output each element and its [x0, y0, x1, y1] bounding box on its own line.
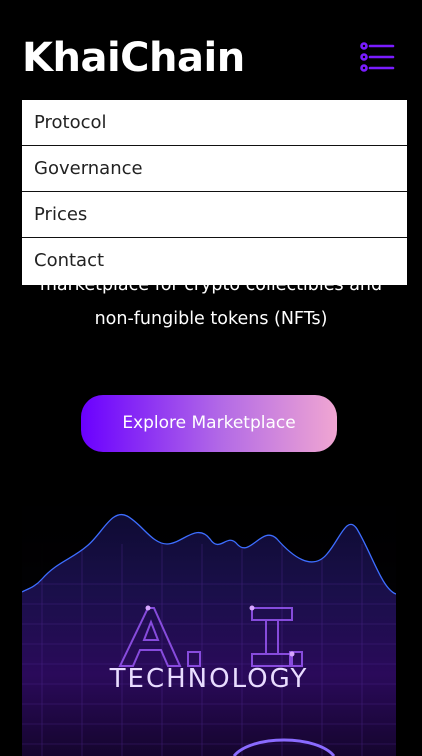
banner-artwork	[22, 484, 396, 756]
ai-technology-banner: TECHNOLOGY	[22, 484, 396, 756]
hamburger-list-icon	[360, 42, 395, 72]
banner-subtitle: TECHNOLOGY	[109, 664, 309, 694]
menu-item-protocol[interactable]: Protocol	[22, 100, 407, 146]
menu-item-contact[interactable]: Contact	[22, 238, 407, 285]
nav-dropdown-menu: Protocol Governance Prices Contact	[22, 100, 407, 285]
brand-logo-text[interactable]: KhaiChain	[22, 30, 245, 86]
explore-marketplace-button[interactable]: Explore Marketplace	[81, 395, 337, 452]
menu-toggle-button[interactable]	[360, 42, 396, 72]
site-header: KhaiChain	[0, 0, 422, 100]
menu-item-governance[interactable]: Governance	[22, 146, 407, 192]
menu-item-prices[interactable]: Prices	[22, 192, 407, 238]
